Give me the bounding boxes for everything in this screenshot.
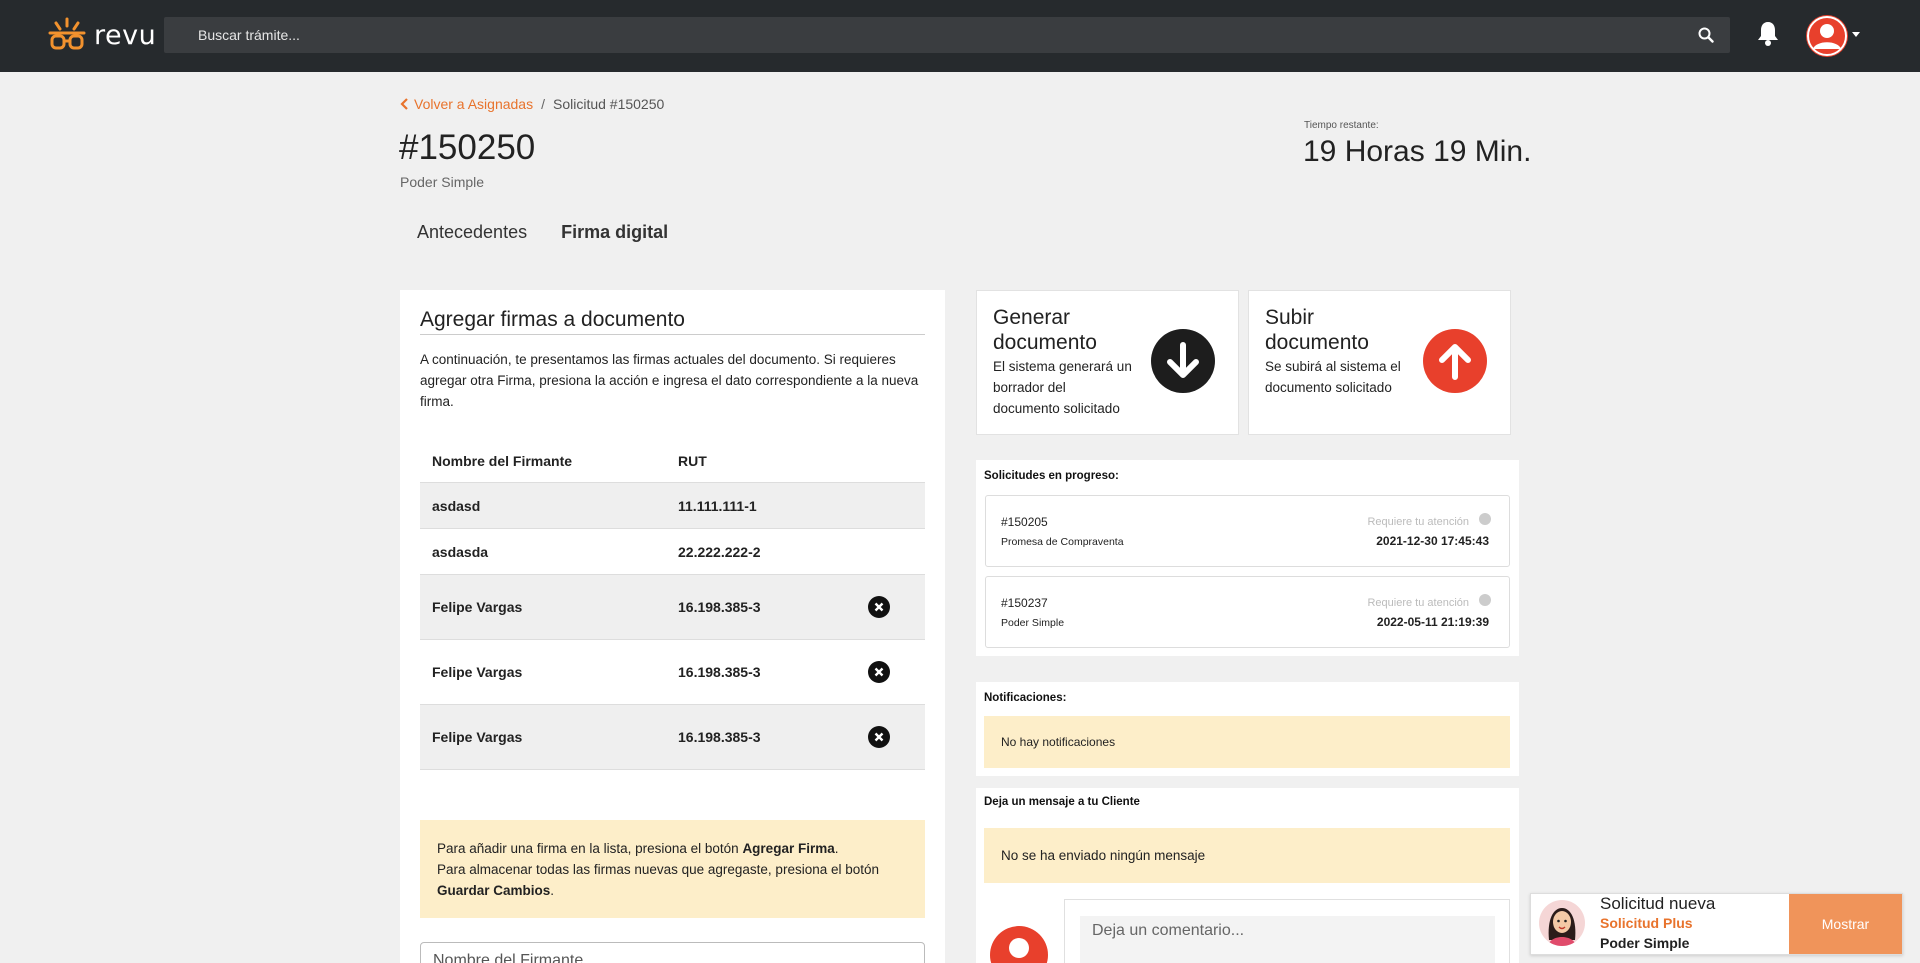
request-item[interactable]: #150237 Poder Simple Requiere tu atenció…: [985, 576, 1510, 648]
notifications-panel: Notificaciones: No hay notificaciones: [976, 682, 1519, 776]
revu-logo[interactable]: revu: [48, 16, 156, 54]
table-row: asdasd 11.111.111-1: [420, 483, 925, 529]
requests-in-progress-panel: Solicitudes en progreso: #150205 Promesa…: [976, 460, 1519, 656]
user-avatar-icon[interactable]: [1806, 15, 1848, 57]
tab-firma-digital[interactable]: Firma digital: [561, 222, 668, 243]
logo-text: revu: [94, 19, 157, 51]
download-arrow-icon: [1151, 329, 1215, 393]
column-header-rut: RUT: [678, 453, 707, 469]
signatures-info-box: Para añadir una firma en la lista, presi…: [420, 820, 925, 918]
signatures-card-title: Agregar firmas a documento: [420, 308, 925, 335]
close-icon: [874, 667, 884, 677]
toast-plan: Solicitud Plus: [1600, 915, 1693, 931]
breadcrumb-current: Solicitud #150250: [552, 96, 665, 112]
notifications-empty: No hay notificaciones: [984, 716, 1510, 768]
top-bar: revu: [0, 0, 1920, 72]
upload-document-description: Se subirá al sistema el documento solicit…: [1265, 359, 1401, 395]
time-remaining-value: 19 Horas 19 Min.: [1303, 135, 1532, 168]
remove-signature-button[interactable]: [868, 596, 890, 618]
caret-down-icon[interactable]: [1852, 32, 1860, 37]
table-row: Felipe Vargas 16.198.385-3: [420, 705, 925, 770]
request-type: Poder Simple: [1001, 617, 1065, 629]
request-date: 2022-05-11 21:19:39: [1376, 615, 1489, 629]
request-type: Promesa de Compraventa: [1001, 536, 1124, 548]
revu-logo-icon: [48, 17, 86, 50]
tabs: Antecedentes Firma digital: [417, 222, 668, 243]
signatures-table: Nombre del Firmante RUT asdasd 11.111.11…: [420, 440, 925, 770]
signatures-card: Agregar firmas a documento A continuació…: [400, 290, 945, 963]
upload-document-card[interactable]: Subir documento Se subirá al sistema el do…: [1248, 290, 1511, 435]
toast-type: Poder Simple: [1600, 935, 1690, 951]
generate-document-title: Generar documento: [993, 306, 1097, 354]
chevron-left-icon: [400, 98, 408, 110]
status-dot: [1479, 594, 1491, 606]
info-line-2: Para almacenar todas las firmas nuevas q…: [437, 862, 880, 898]
page-title: #150250: [399, 128, 536, 167]
table-header: Nombre del Firmante RUT: [420, 440, 925, 483]
search-input[interactable]: [164, 17, 1730, 53]
close-icon: [874, 602, 884, 612]
time-remaining-label: Tiempo restante:: [1304, 120, 1379, 131]
tab-antecedentes[interactable]: Antecedentes: [417, 222, 527, 243]
attention-label: Requiere tu atención: [1367, 597, 1469, 609]
agregar-firma-text: Agregar Firma: [742, 841, 835, 856]
request-id: #150237: [1001, 596, 1048, 610]
table-row: asdasda 22.222.222-2: [420, 529, 925, 575]
table-row: Felipe Vargas 16.198.385-3: [420, 640, 925, 705]
back-link-label: Volver a Asignadas: [414, 96, 534, 112]
page-subtitle: Poder Simple: [400, 174, 485, 190]
request-item[interactable]: #150205 Promesa de Compraventa Requiere …: [985, 495, 1510, 567]
comment-input[interactable]: [1080, 916, 1495, 963]
upload-arrow-icon: [1423, 329, 1487, 393]
signer-rut: 16.198.385-3: [678, 664, 761, 680]
close-icon: [874, 732, 884, 742]
notifications-title: Notificaciones:: [984, 692, 1067, 704]
signer-name-input[interactable]: [421, 943, 924, 963]
request-id: #150205: [1001, 515, 1048, 529]
new-request-toast: Solicitud nueva Solicitud Plus Poder Sim…: [1530, 893, 1903, 955]
show-request-button[interactable]: Mostrar: [1789, 894, 1902, 954]
breadcrumb-separator: /: [541, 96, 545, 112]
guardar-cambios-text: Guardar Cambios: [437, 883, 551, 898]
signer-name: Felipe Vargas: [432, 599, 523, 615]
signer-name: asdasda: [432, 543, 489, 560]
back-link[interactable]: Volver a Asignadas: [400, 96, 533, 112]
search-bar: [164, 17, 1730, 53]
column-header-name: Nombre del Firmante: [432, 453, 573, 469]
status-dot: [1479, 513, 1491, 525]
message-empty: No se ha enviado ningún mensaje: [984, 828, 1510, 883]
info-line-1: Para añadir una firma en la lista, presi…: [437, 841, 839, 856]
toast-title: Solicitud nueva: [1600, 894, 1716, 913]
signatures-description: A continuación, te presentamos las firma…: [420, 352, 919, 409]
remove-signature-button[interactable]: [868, 726, 890, 748]
signer-rut: 22.222.222-2: [678, 543, 761, 560]
remove-signature-button[interactable]: [868, 661, 890, 683]
signer-rut: 11.111.111-1: [678, 497, 757, 514]
generate-document-description: El sistema generará un borrador del docume…: [993, 359, 1132, 416]
signer-name: Felipe Vargas: [432, 729, 523, 745]
upload-document-title: Subir documento: [1265, 306, 1369, 354]
attention-label: Requiere tu atención: [1367, 516, 1469, 528]
signer-rut: 16.198.385-3: [678, 729, 761, 745]
signer-name: Felipe Vargas: [432, 664, 523, 680]
signer-name: asdasd: [432, 497, 481, 514]
comment-box: [1064, 899, 1510, 963]
generate-document-card[interactable]: Generar documento El sistema generará un b…: [976, 290, 1239, 435]
message-title: Deja un mensaje a tu Cliente: [984, 796, 1140, 808]
signer-rut: 16.198.385-3: [678, 599, 761, 615]
table-row: Felipe Vargas 16.198.385-3: [420, 575, 925, 640]
bell-icon[interactable]: [1756, 20, 1780, 46]
search-icon[interactable]: [1698, 27, 1714, 43]
breadcrumb: Volver a Asignadas / Solicitud #150250: [400, 96, 664, 112]
requests-in-progress-title: Solicitudes en progreso:: [984, 470, 1119, 482]
request-date: 2021-12-30 17:45:43: [1376, 534, 1489, 548]
signer-name-field: [420, 942, 925, 963]
client-avatar-icon: [1539, 900, 1585, 946]
